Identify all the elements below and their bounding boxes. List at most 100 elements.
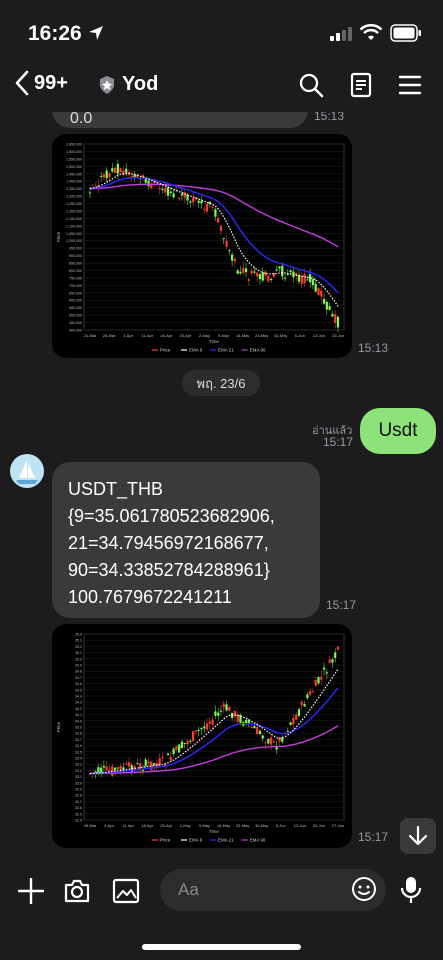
menu-icon[interactable] <box>398 72 422 98</box>
incoming-message[interactable]: USDT_THB {9=35.061780523682906, 21=34.79… <box>52 462 320 618</box>
candle <box>258 730 262 735</box>
chart-image-usdt[interactable]: 35.4 35.3 35.2 35.1 35.0 34.9 34.8 34.7 34.6 34.5… <box>52 624 352 848</box>
y-tick-label: 35.1 <box>75 651 82 655</box>
candle <box>217 712 220 716</box>
candle <box>228 250 231 252</box>
candle <box>300 701 303 706</box>
candle <box>256 727 259 735</box>
candle <box>267 275 270 282</box>
candle <box>300 275 303 284</box>
chat-name: Yod <box>122 73 159 95</box>
legend-label: EMA 90 <box>250 838 266 843</box>
candle <box>125 763 128 765</box>
candle <box>272 741 276 743</box>
candle <box>314 680 317 686</box>
x-tick-label: 9-May <box>199 823 210 828</box>
candle <box>211 206 214 208</box>
status-bar: 16:26 <box>0 0 443 66</box>
candle <box>152 763 156 765</box>
y-tick-label: 34.3 <box>75 701 82 705</box>
message-bubble-partial[interactable]: 0.0 <box>52 112 308 128</box>
candle <box>214 711 217 716</box>
candle <box>270 279 273 281</box>
candle <box>113 767 117 771</box>
candle <box>175 746 178 750</box>
candle <box>125 168 128 173</box>
legend-label: EMA 9 <box>189 348 203 353</box>
y-tick-label: 34.7 <box>75 676 82 680</box>
candle <box>295 714 298 720</box>
x-tick-label: 16-May <box>236 333 249 338</box>
y-tick-label: 400,000 <box>69 329 82 333</box>
candle <box>281 265 284 277</box>
y-axis-label: Price <box>56 231 61 242</box>
candle <box>336 316 340 328</box>
x-tick-label: 23-May <box>236 823 249 828</box>
y-tick-label: 1,600,000 <box>66 150 82 154</box>
candle <box>161 188 164 191</box>
x-tick-label: 20-Jun <box>332 333 344 338</box>
candle <box>292 718 295 725</box>
candle <box>147 761 150 764</box>
candle <box>219 710 223 712</box>
y-tick-label: 32.9 <box>75 788 82 792</box>
y-tick-label: 900,000 <box>69 254 82 258</box>
legend-label: Price <box>160 838 171 843</box>
search-icon[interactable] <box>298 72 324 98</box>
candle <box>278 266 281 269</box>
candle <box>306 279 309 281</box>
chevron-left-icon <box>15 70 29 96</box>
btc-chart: 1,650,000 1,600,000 1,550,000 1,500,000 1,45… <box>56 143 345 353</box>
candle <box>250 270 253 274</box>
candle <box>102 766 106 768</box>
candle <box>116 163 119 174</box>
candle <box>205 723 209 730</box>
candle <box>203 209 206 211</box>
candle <box>334 314 337 323</box>
y-tick-label: 32.4 <box>75 819 82 823</box>
candle <box>189 201 192 203</box>
microphone-icon[interactable] <box>400 875 422 905</box>
candle <box>214 209 217 217</box>
location-arrow-icon <box>89 26 103 40</box>
candle <box>105 766 108 771</box>
candle <box>289 722 292 725</box>
candle <box>233 258 236 262</box>
plus-icon[interactable] <box>18 878 44 904</box>
candle <box>314 283 317 292</box>
candle <box>180 193 184 196</box>
candle <box>286 730 289 732</box>
candle <box>178 744 181 753</box>
candle <box>88 192 92 194</box>
candle <box>102 174 106 178</box>
avatar[interactable] <box>10 454 44 488</box>
x-tick-label: 13-Jun <box>313 333 325 338</box>
notes-icon[interactable] <box>349 72 373 98</box>
candle <box>322 299 326 304</box>
outgoing-message[interactable]: Usdt <box>360 408 436 454</box>
y-tick-label: 600,000 <box>69 299 82 303</box>
candle <box>186 740 189 745</box>
message-line: 100.7679672241211 <box>68 587 232 607</box>
y-tick-label: 1,150,000 <box>66 217 82 221</box>
image-icon[interactable] <box>112 878 140 904</box>
chart-image-btc[interactable]: 1,650,000 1,600,000 1,550,000 1,500,000 1,45… <box>52 134 352 358</box>
camera-icon[interactable] <box>63 878 91 904</box>
candle <box>261 272 264 281</box>
y-tick-label: 33.6 <box>75 744 82 748</box>
x-tick-label: 28-Mar <box>103 333 116 338</box>
status-time: 16:26 <box>28 22 82 45</box>
x-tick-label: 18-Apr <box>141 823 154 828</box>
chat-messages[interactable]: 0.0 15:13 1,650,000 1,600,000 1,550,000 1,5… <box>0 112 443 860</box>
candle <box>172 193 175 198</box>
x-tick-label: 21-Mar <box>84 333 97 338</box>
scroll-to-bottom-button[interactable] <box>400 818 436 854</box>
candle <box>222 703 225 708</box>
y-tick-label: 34.5 <box>75 688 82 692</box>
candle <box>283 277 287 279</box>
y-tick-label: 34.9 <box>75 664 82 668</box>
back-button[interactable]: 99+ <box>14 70 68 96</box>
x-tick-label: 30-May <box>274 333 287 338</box>
chat-title[interactable]: Yod <box>98 73 158 96</box>
emoji-icon[interactable] <box>351 876 377 902</box>
